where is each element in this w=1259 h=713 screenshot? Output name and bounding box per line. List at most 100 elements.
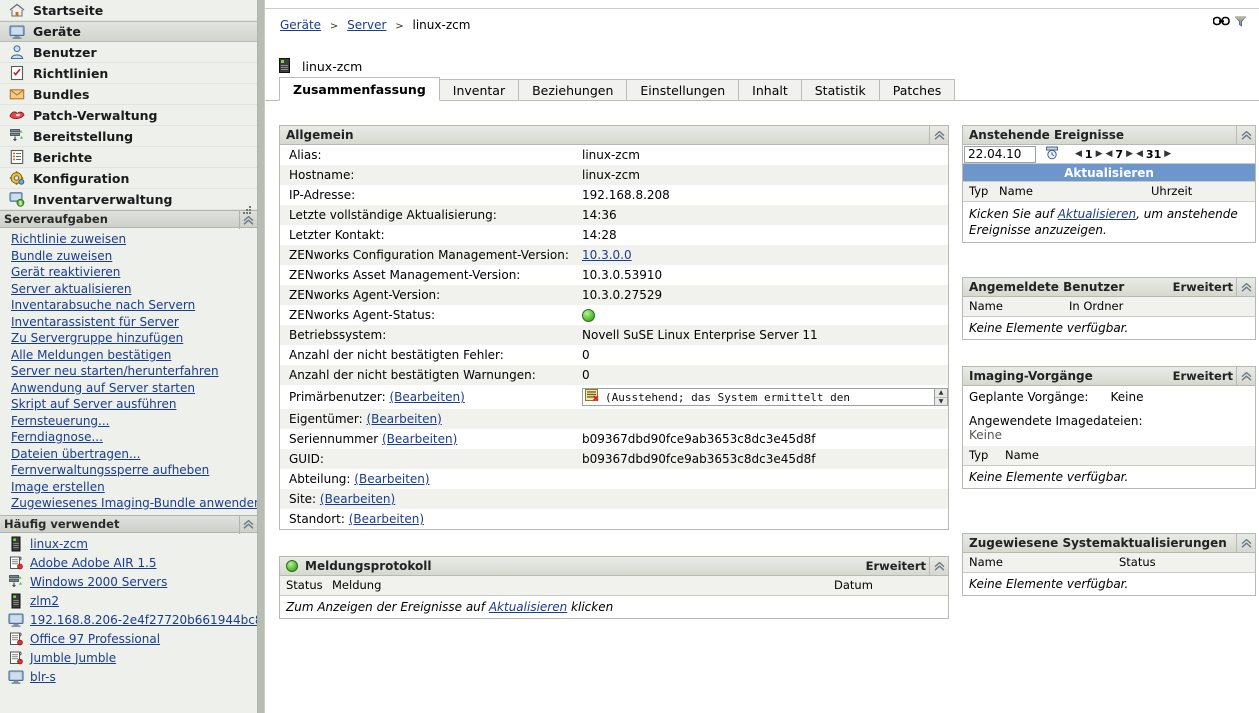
collapse-systemaktualisierungen-icon[interactable] [1236,534,1255,553]
systemaktualisierungen-title: Zugewiesene Systemaktualisierungen [969,536,1227,550]
collapse-meldungsprotokoll-icon[interactable] [929,557,948,576]
angemeldete-benutzer-advanced-link[interactable]: Erweitert [1173,278,1233,297]
resize-grip-icon [240,205,254,217]
filter-icon[interactable] [1235,16,1251,32]
sidebar-item-bundles[interactable]: Bundles [0,84,257,105]
sidebar-item-inventarverwaltung[interactable]: $Inventarverwaltung [0,189,257,210]
frequently-used-link[interactable]: Jumble Jumble [30,649,116,668]
primary-user-textbox[interactable]: (Ausstehend; das System ermittelt den [582,388,935,406]
calendar-clock-icon[interactable] [1045,146,1059,163]
server-task-link[interactable]: Image erstellen [11,480,105,494]
sidebar-item-bereitstellung[interactable]: Bereitstellung [0,126,257,147]
sidebar-resize-grip[interactable] [240,205,254,217]
tab-einstellungen[interactable]: Einstellungen [626,79,739,101]
collapse-angemeldete-benutzer-icon[interactable] [1236,278,1255,297]
server-task-link[interactable]: Zu Servergruppe hinzufügen [11,331,183,345]
collapse-imaging-vorgaenge-icon[interactable] [1236,367,1255,386]
primary-user-value: (Ausstehend; das System ermittelt den [605,391,850,404]
meldungsprotokoll-advanced-link[interactable]: Erweitert [866,557,926,576]
server-task-link[interactable]: Fernverwaltungssperre aufheben [11,463,209,477]
breadcrumb-item-geraete[interactable]: Geräte [280,18,321,32]
step-next-icon[interactable]: ▶ [1096,149,1103,159]
server-task-link[interactable]: Anwendung auf Server starten [11,381,195,395]
sidebar-item-startseite[interactable]: Startseite [0,0,257,21]
sidebar-item-berichte[interactable]: Berichte [0,147,257,168]
step-prev-icon[interactable]: ◀ [1136,149,1143,159]
server-task-link[interactable]: Server aktualisieren [11,282,131,296]
sidebar-item-konfiguration[interactable]: Konfiguration [0,168,257,189]
server-task-link[interactable]: Gerät reaktivieren [11,265,120,279]
table-row: Site: (Bearbeiten) [280,489,948,509]
tab-statistik[interactable]: Statistik [801,79,880,101]
server-task-link[interactable]: Fernsteuerung... [11,414,110,428]
sidebar-item-richtlinien[interactable]: Richtlinien [0,63,257,84]
list-item: Anwendung auf Server starten [11,380,257,397]
date-input[interactable]: 22.04.10 [964,146,1036,163]
stepper-up-icon[interactable]: ▲ [935,389,947,398]
breadcrumb-item-server[interactable]: Server [347,18,386,32]
imaging-vorgaenge-panel: Imaging-Vorgänge Erweitert Geplante Vorg… [962,366,1256,489]
frequently-used-link[interactable]: Adobe Adobe AIR 1.5 [30,554,157,573]
server-task-link[interactable]: Bundle zuweisen [11,249,112,263]
frequently-used-link[interactable]: zlm2 [30,592,59,611]
property-label: GUID: [280,449,573,469]
version-link[interactable]: 10.3.0.0 [582,248,632,262]
scroll-stepper[interactable]: ▲▼ [935,388,948,406]
frequently-used-link[interactable]: linux-zcm [30,535,88,554]
edit-link[interactable]: (Bearbeiten) [367,412,442,426]
edit-link[interactable]: (Bearbeiten) [354,472,429,486]
tab-patches[interactable]: Patches [879,79,956,101]
step-prev-icon[interactable]: ◀ [1106,149,1113,159]
tab-zusammenfassung[interactable]: Zusammenfassung [279,77,440,101]
table-row: Primärbenutzer: (Bearbeiten) (Ausstehend;… [280,385,948,409]
edit-link[interactable]: (Bearbeiten) [349,512,424,526]
collapse-anstehende-ereignisse-icon[interactable] [1236,126,1255,145]
monitor-icon [8,669,24,685]
refresh-button[interactable]: Aktualisieren [963,164,1255,182]
step-value: 31 [1146,148,1161,161]
bundle-script-icon [8,650,24,666]
property-value: 14:36 [573,205,948,225]
column-uhrzeit: Uhrzeit [1145,182,1255,201]
primary-user-field[interactable]: (Ausstehend; das System ermittelt den ▲▼ [582,388,948,406]
refresh-link[interactable]: Aktualisieren [1058,207,1136,221]
property-key: Primärbenutzer: [289,390,386,404]
edit-link[interactable]: (Bearbeiten) [389,390,464,404]
tab-beziehungen[interactable]: Beziehungen [518,79,627,101]
step-prev-icon[interactable]: ◀ [1075,149,1082,159]
step-next-icon[interactable]: ▶ [1126,149,1133,159]
link-icon[interactable] [1213,16,1229,32]
chain-link-icon [1213,16,1230,27]
edit-link[interactable]: (Bearbeiten) [382,432,457,446]
server-task-link[interactable]: Richtlinie zuweisen [11,232,126,246]
server-task-link[interactable]: Skript auf Server ausführen [11,397,176,411]
refresh-link[interactable]: Aktualisieren [489,600,567,614]
server-task-link[interactable]: Dateien übertragen... [11,447,140,461]
tab-inhalt[interactable]: Inhalt [738,79,802,101]
server-task-link[interactable]: Server neu starten/herunterfahren [11,364,219,378]
stepper-down-icon[interactable]: ▼ [935,398,947,406]
server-task-link[interactable]: Zugewiesenes Imaging-Bundle anwenden [11,496,258,510]
step-next-icon[interactable]: ▶ [1164,149,1171,159]
tab-inventar[interactable]: Inventar [439,79,519,101]
breadcrumb-item-current: linux-zcm [413,18,471,32]
sidebar-item-patch-verwaltung[interactable]: Patch-Verwaltung [0,105,257,126]
frequently-used-link[interactable]: Office 97 Professional [30,630,160,649]
server-task-link[interactable]: Inventarassistent für Server [11,315,179,329]
server-task-link[interactable]: Inventarabsuche nach Servern [11,298,195,312]
frequently-used-link[interactable]: Windows 2000 Servers [30,573,167,592]
frequently-used-link[interactable]: 192.168.8.206-2e4f27720b661944bc8fc [30,611,257,630]
edit-link[interactable]: (Bearbeiten) [320,492,395,506]
collapse-frequently-used-icon[interactable] [239,516,257,534]
imaging-vorgaenge-advanced-link[interactable]: Erweitert [1173,367,1233,386]
collapse-allgemein-icon[interactable] [929,126,948,145]
step-value: 7 [1115,148,1123,161]
server-task-link[interactable]: Ferndiagnose... [11,430,103,444]
column-datum: Datum [828,576,948,595]
frequently-used-link[interactable]: blr-s [30,668,56,687]
server-task-link[interactable]: Alle Meldungen bestätigen [11,348,171,362]
patch-icon [9,107,25,123]
sidebar-item-ger-te[interactable]: Geräte [0,21,257,42]
sidebar-item-benutzer[interactable]: Benutzer [0,42,257,63]
chevron-up-double-icon [1241,539,1252,548]
